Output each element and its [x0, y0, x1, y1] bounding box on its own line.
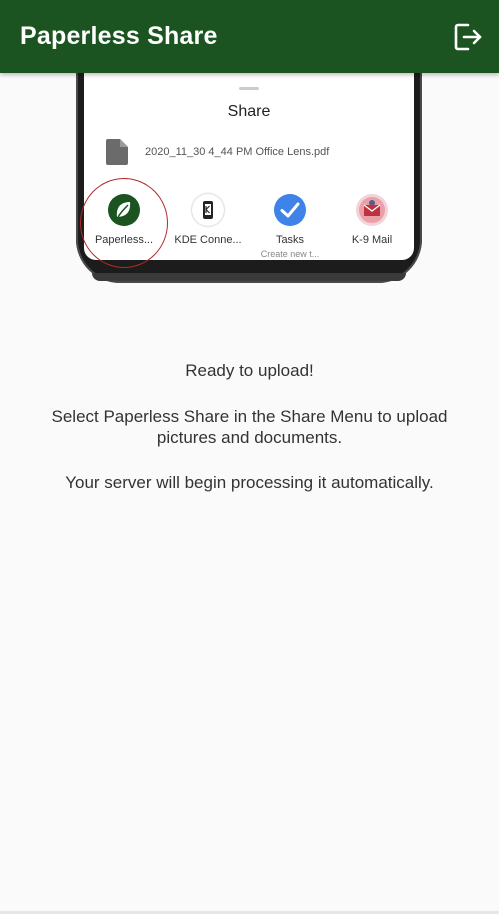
- shared-file-row: 2020_11_30 4_44 PM Office Lens.pdf: [106, 139, 406, 165]
- ready-message: Ready to upload!: [185, 361, 314, 380]
- share-sheet-illustration: Share 2020_11_30 4_44 PM Office Lens.pdf…: [0, 73, 499, 288]
- logout-icon: [454, 23, 482, 51]
- app-title: Paperless Share: [20, 22, 218, 50]
- instruction-message: Select Paperless Share in the Share Menu…: [51, 407, 448, 447]
- highlight-ring: [80, 178, 168, 268]
- app-bar: Paperless Share: [0, 0, 499, 73]
- share-target-sublabel: Create new t...: [260, 249, 320, 259]
- share-target-k9-mail[interactable]: K-9 Mail: [330, 194, 414, 260]
- document-icon: [106, 139, 128, 165]
- logout-button[interactable]: [453, 22, 483, 52]
- phone-bottom-edge: [92, 273, 406, 281]
- drag-handle: [239, 87, 259, 90]
- share-target-tasks[interactable]: Tasks Create new t...: [248, 194, 332, 260]
- share-title: Share: [227, 103, 271, 120]
- share-target-label: KDE Conne...: [174, 234, 242, 246]
- checkmark-icon: [274, 194, 306, 226]
- kde-connect-icon: [192, 194, 224, 226]
- k9-mail-icon: [356, 194, 388, 226]
- share-target-label: K-9 Mail: [351, 234, 393, 246]
- processing-message: Your server will begin processing it aut…: [65, 473, 434, 492]
- share-target-label: Tasks: [275, 234, 305, 246]
- shared-file-name: 2020_11_30 4_44 PM Office Lens.pdf: [145, 146, 330, 158]
- share-target-kde-connect[interactable]: KDE Conne...: [166, 194, 250, 260]
